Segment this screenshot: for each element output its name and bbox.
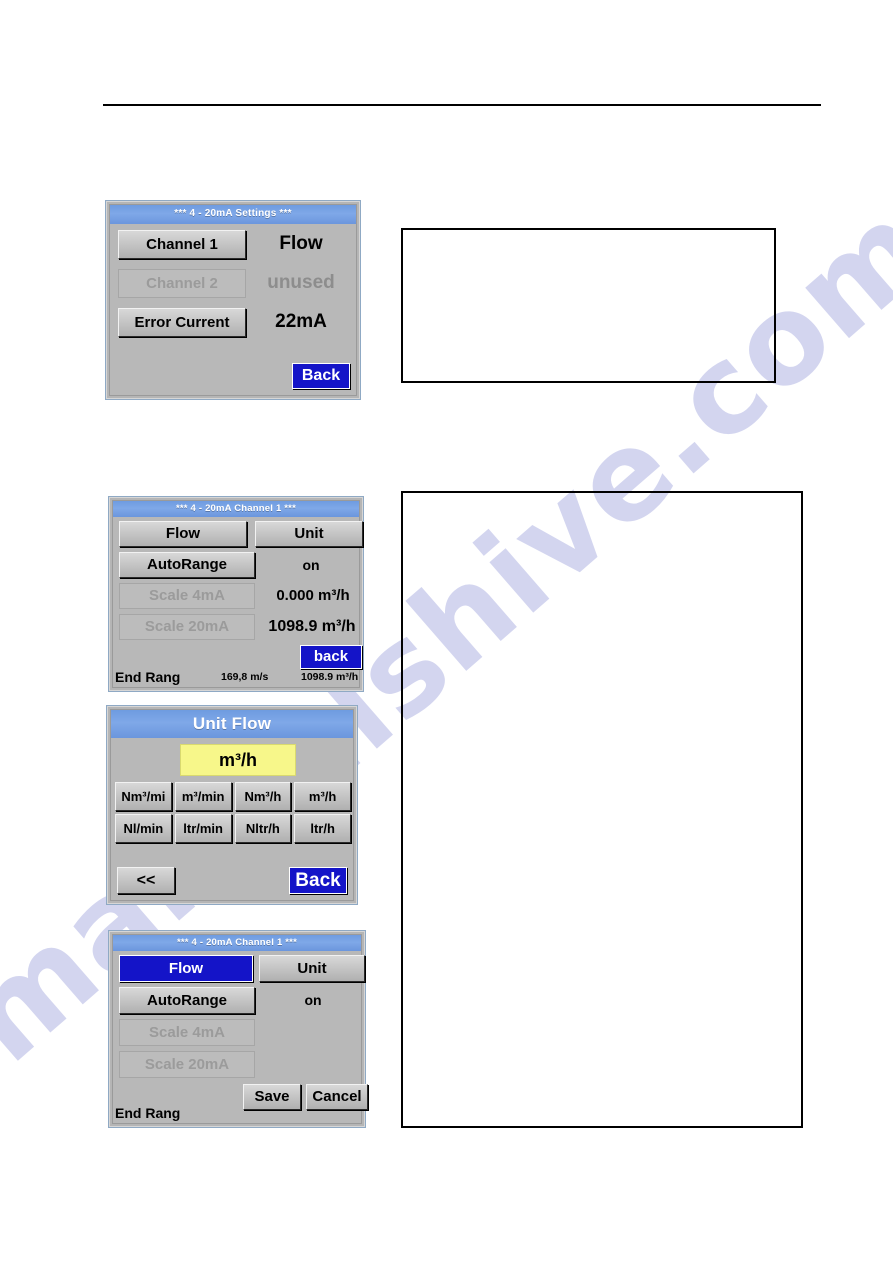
screen-inner: Unit Flow m³/h Nm³/mi m³/min Nm³/h m³/h … [110,709,354,901]
channel-2-value: unused [267,272,335,293]
back-button[interactable]: Back [292,363,350,389]
scale-20ma-button[interactable]: Scale 20mA [119,1050,255,1078]
end-range-velocity: 169,8 m/s [221,670,269,683]
unit-button-grid: Nm³/mi m³/min Nm³/h m³/h Nl/min ltr/min … [115,782,351,844]
end-range-row: End Rang [113,1103,361,1122]
channel-2-button[interactable]: Channel 2 [118,268,246,298]
channel-1-value: Flow [279,233,323,254]
unit-option-nl-min[interactable]: Nl/min [115,814,172,844]
end-range-label: End Rang [115,1104,181,1121]
scale-20ma-button[interactable]: Scale 20mA [119,613,255,640]
flow-button-selected[interactable]: Flow [119,954,253,982]
end-range-label: End Rang [115,668,181,685]
screen-inner: *** 4 - 20mA Channel 1 *** Flow Unit Aut… [112,500,363,688]
header-rule [103,104,821,106]
unit-option-ltr-min[interactable]: ltr/min [174,814,232,844]
unit-option-m3-h[interactable]: m³/h [294,782,351,812]
screen-title-settings: *** 4 - 20mA Settings *** [110,205,356,224]
autorange-value: on [302,556,320,573]
screen-body-settings: Channel 1 Flow Channel 2 unused Error Cu… [110,224,356,396]
flow-button[interactable]: Flow [119,520,247,547]
device-screen-channel1-values: *** 4 - 20mA Channel 1 *** Flow Unit Aut… [108,496,364,692]
unit-option-nm3-min[interactable]: Nm³/mi [115,782,172,812]
channel-1-button[interactable]: Channel 1 [118,229,246,259]
unit-button[interactable]: Unit [255,520,363,547]
back-button[interactable]: Back [289,867,347,894]
screen-inner: *** 4 - 20mA Channel 1 *** Flow Unit Aut… [112,934,368,1124]
error-current-value: 22mA [275,311,327,332]
unit-button[interactable]: Unit [259,954,365,982]
error-current-button[interactable]: Error Current [118,307,246,337]
autorange-button[interactable]: AutoRange [119,551,255,578]
screen-body-channel1-edit: Flow Unit AutoRange on Scale 4mA Scale 2… [113,951,368,1123]
annotation-box-bottom [401,491,803,1128]
back-button[interactable]: back [300,644,362,669]
device-screen-unit-flow: Unit Flow m³/h Nm³/mi m³/min Nm³/h m³/h … [106,705,358,905]
screen-body-channel1: Flow Unit AutoRange on Scale 4mA 0.000 m… [113,517,363,687]
device-screen-channel1-edit: *** 4 - 20mA Channel 1 *** Flow Unit Aut… [108,930,368,1128]
end-range-row: End Rang 169,8 m/s 1098.9 m³/h [113,667,359,686]
screen-body-unit-flow: m³/h Nm³/mi m³/min Nm³/h m³/h Nl/min ltr… [111,738,353,900]
scale-4ma-value: 0.000 m³/h [276,587,350,605]
previous-page-button[interactable]: << [117,867,175,894]
settings-row-channel1: Channel 1 Flow [118,229,356,259]
settings-row-channel2: Channel 2 unused [118,268,356,298]
settings-row-error-current: Error Current 22mA [118,307,356,337]
autorange-value: on [304,992,322,1009]
device-screen-settings: *** 4 - 20mA Settings *** Channel 1 Flow… [105,200,361,400]
annotation-box-top [401,228,776,383]
autorange-button[interactable]: AutoRange [119,986,255,1014]
unit-option-nm3-h[interactable]: Nm³/h [234,782,292,812]
scale-4ma-button[interactable]: Scale 4mA [119,1018,255,1046]
screen-inner: *** 4 - 20mA Settings *** Channel 1 Flow… [109,204,357,396]
scale-4ma-button[interactable]: Scale 4mA [119,582,255,609]
screen-title-channel1: *** 4 - 20mA Channel 1 *** [113,501,359,517]
unit-option-ltr-h[interactable]: ltr/h [294,814,351,844]
screen-title-unit-flow: Unit Flow [111,710,353,739]
unit-option-m3-min[interactable]: m³/min [174,782,232,812]
unit-option-nltr-h[interactable]: Nltr/h [234,814,292,844]
scale-20ma-value: 1098.9 m³/h [268,617,356,635]
end-range-flow: 1098.9 m³/h [301,670,359,683]
screen-title-channel1-edit: *** 4 - 20mA Channel 1 *** [113,935,361,951]
selected-unit-display: m³/h [180,744,296,777]
